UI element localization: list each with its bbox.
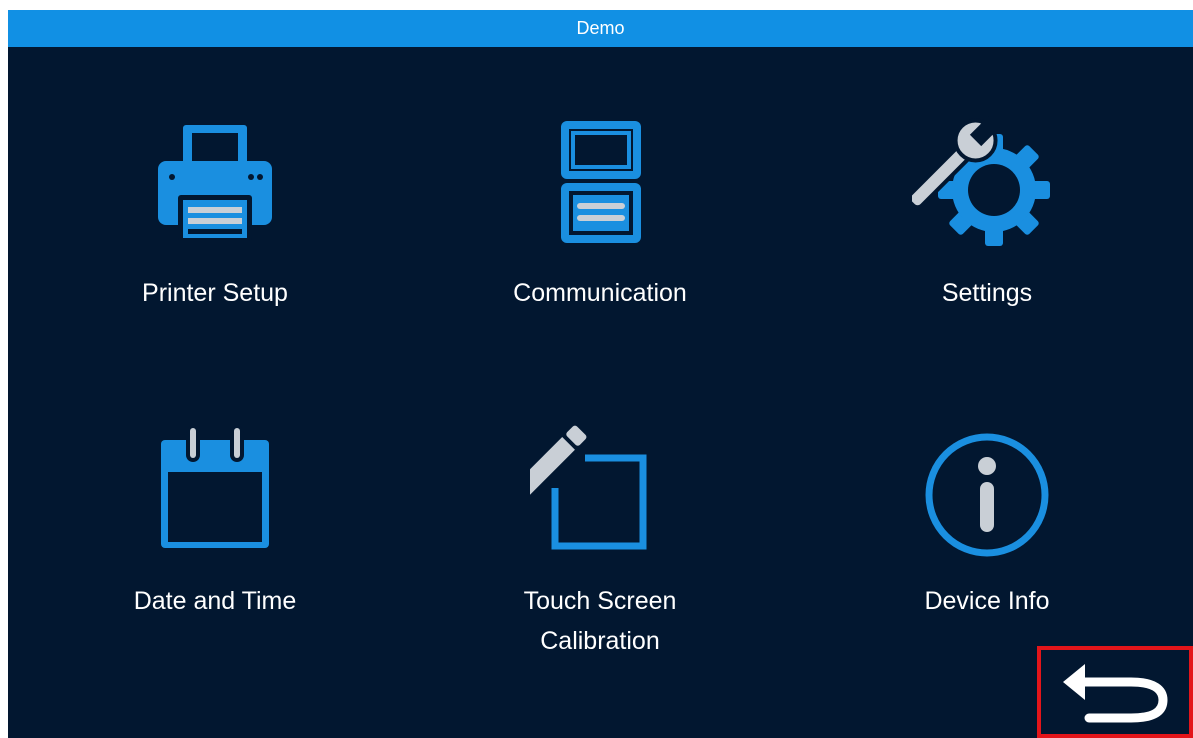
- menu-item-label: Printer Setup: [142, 279, 288, 307]
- menu-item-label: Date and Time: [133, 587, 297, 615]
- info-icon: [925, 433, 1049, 557]
- calendar-icon: [161, 426, 269, 548]
- menu-item-label: Device Info: [924, 587, 1050, 615]
- back-arrow-icon: [1063, 664, 1168, 723]
- communication-icon: [561, 121, 641, 243]
- menu-item-settings[interactable]: Settings: [837, 110, 1137, 370]
- printer-icon: [158, 125, 272, 241]
- menu-item-label-line2: Calibration: [540, 627, 660, 655]
- app-window: Demo Printer Setup Communication Setting…: [8, 10, 1193, 738]
- menu-item-label: Settings: [941, 279, 1033, 307]
- title-bar: Demo: [8, 10, 1193, 47]
- pen-edit-icon: [530, 425, 647, 550]
- back-button[interactable]: [1037, 646, 1193, 738]
- menu-item-printer-setup[interactable]: Printer Setup: [65, 110, 365, 370]
- menu-item-label: Communication: [513, 279, 687, 307]
- window-title: Demo: [576, 18, 625, 38]
- menu-item-communication[interactable]: Communication: [450, 110, 750, 370]
- menu-item-device-info[interactable]: Device Info: [837, 420, 1137, 680]
- settings-gear-wrench-icon: [912, 116, 1050, 246]
- menu-item-touch-screen-calibration[interactable]: Touch Screen Calibration: [450, 420, 750, 680]
- menu-item-label-line1: Touch Screen: [523, 587, 677, 615]
- menu-item-date-and-time[interactable]: Date and Time: [65, 420, 365, 680]
